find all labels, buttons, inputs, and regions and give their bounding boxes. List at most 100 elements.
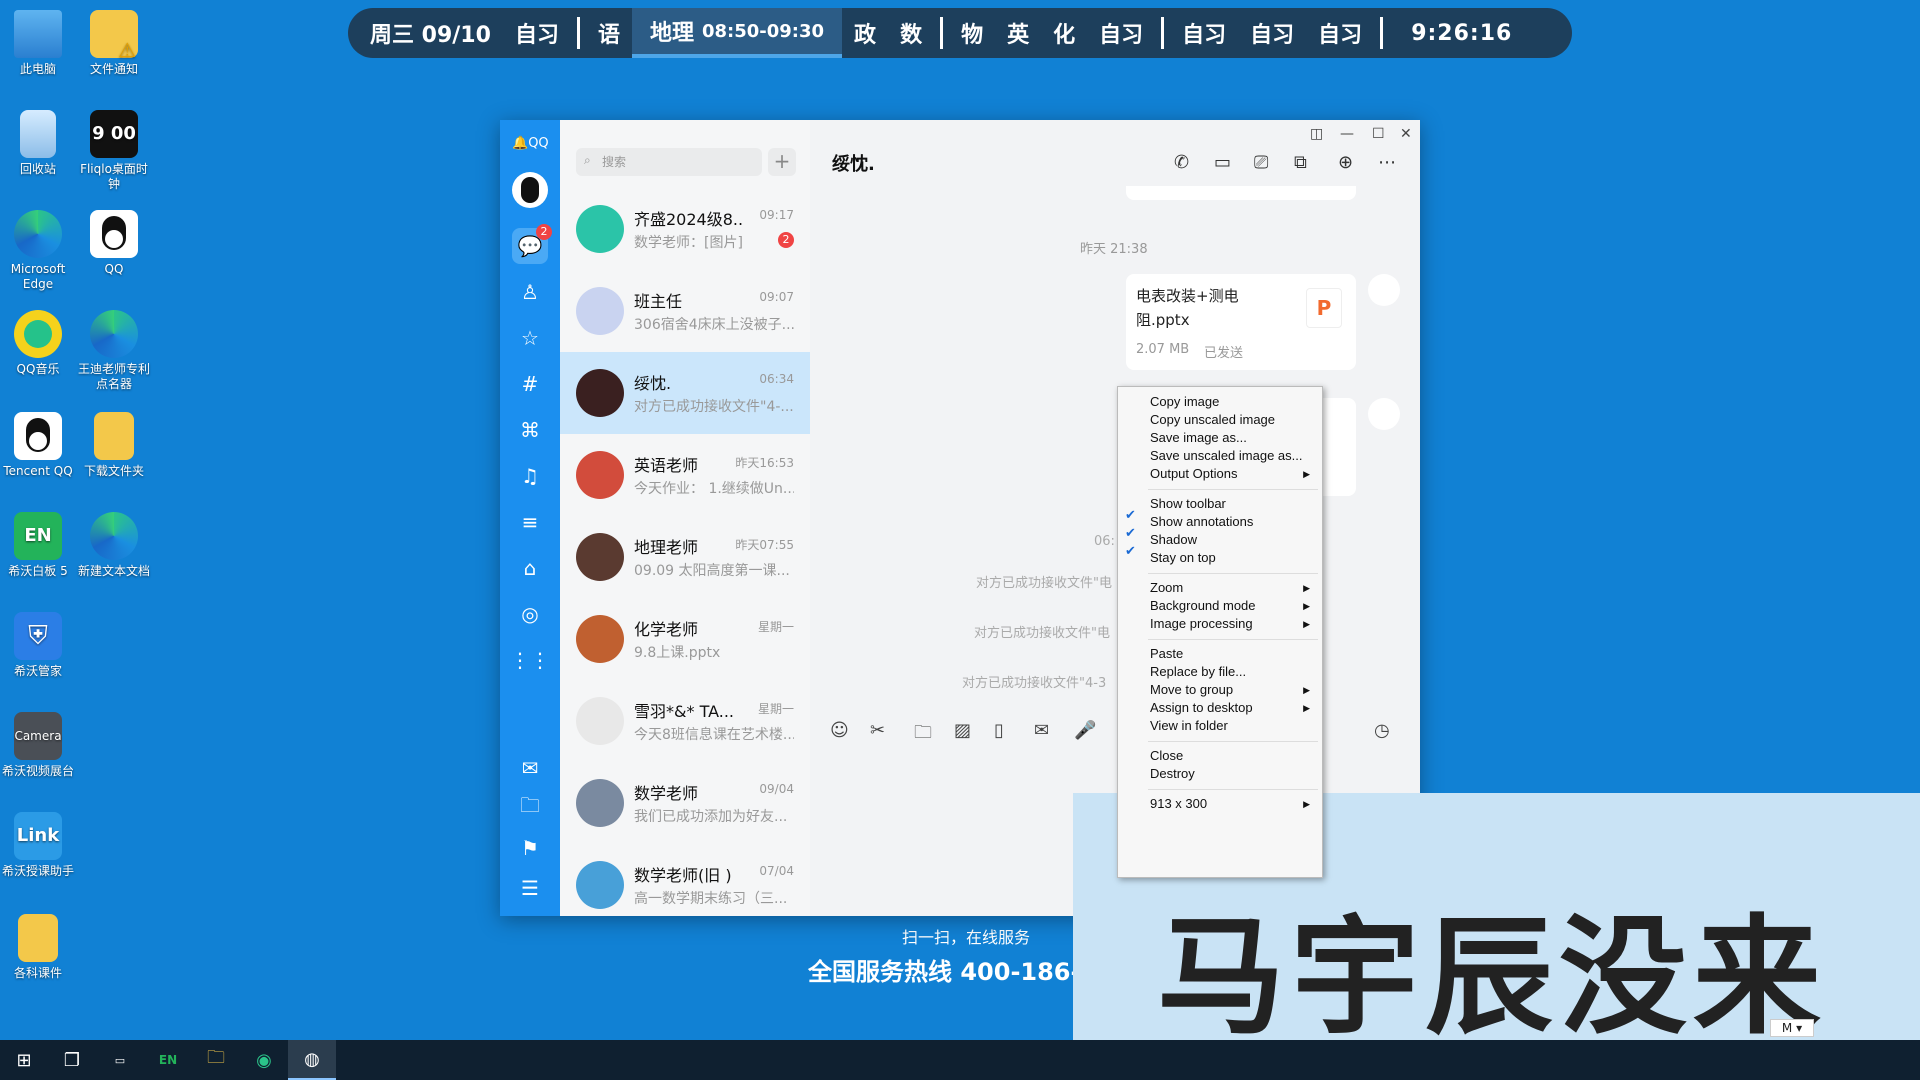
desktop-icon-recycle-bin[interactable]: 回收站 (0, 106, 76, 177)
nav-favorites[interactable]: ☆ (512, 320, 548, 356)
close-button[interactable]: ✕ (1400, 126, 1412, 142)
taskbar-explorer[interactable]: 🗀 (192, 1040, 240, 1080)
contact-name: 齐盛2024级8... (634, 210, 744, 229)
chat-list-item[interactable]: 地理老师 昨天07:55 09.09 太阳高度第一课... (560, 516, 810, 598)
sender-avatar[interactable] (1368, 274, 1400, 306)
schedule-period: 自习 (514, 23, 559, 48)
phone-call-icon[interactable]: ✆ (1174, 152, 1189, 173)
desktop-icon-seewo-link[interactable]: Link 希沃授课助手 (0, 808, 76, 879)
minimize-button[interactable]: — (1340, 126, 1354, 142)
nav-music[interactable]: ♫ (512, 458, 548, 494)
add-button[interactable]: + (768, 148, 796, 176)
history-icon[interactable]: ◷ (1374, 720, 1390, 741)
screen-share-icon[interactable]: ⎚ (1254, 152, 1268, 173)
unread-badge: 2 (536, 224, 552, 240)
menu-separator (1148, 489, 1318, 490)
nav-mail[interactable]: ✉ (512, 750, 548, 786)
chat-list-item[interactable]: 绥忱. 06:34 对方已成功接收文件"4-... (560, 352, 810, 434)
message-time: 星期一 (757, 620, 794, 634)
desktop-icon-qq-music[interactable]: QQ音乐 (0, 306, 76, 377)
menu-image-size[interactable]: 913 x 300 ▶ (1150, 793, 1310, 815)
schedule-divider (940, 17, 944, 49)
menu-stay-on-top[interactable]: Stay on top (1150, 547, 1310, 569)
nav-planet[interactable]: ◎ (512, 596, 548, 632)
chat-list-panel: 搜索 ⌕ + 齐盛2024级8... 09:17 数学老师：[图片] 2 班主任 09:0… (560, 120, 810, 916)
message-time: 07/04 (759, 864, 794, 878)
sender-avatar[interactable] (1368, 398, 1400, 430)
start-button[interactable]: ⊞ (0, 1040, 48, 1080)
task-view-icon: ❐ (63, 1049, 81, 1071)
qq-music-icon (14, 310, 62, 358)
preview-mode-indicator[interactable]: M ▾ (1770, 1019, 1814, 1037)
desktop-icon-fliqlo[interactable]: 9 00 Fliqlo桌面时钟 (76, 106, 152, 192)
nav-messages[interactable]: 💬 2 (512, 224, 552, 264)
task-view-button[interactable]: ❐ (48, 1040, 96, 1080)
message-time: 09:07 (759, 290, 794, 304)
system-message: 对方已成功接收文件"4-3 (962, 676, 1107, 691)
redpacket-icon[interactable]: ✉ (1034, 720, 1049, 741)
desktop-icon-tencent-qq[interactable]: Tencent QQ (0, 408, 76, 479)
desktop-icon-qq[interactable]: QQ (76, 206, 152, 277)
file-message[interactable]: 电表改装+测电阻.pptx 2.07 MB 已发送 P (1126, 274, 1356, 370)
menu-destroy[interactable]: Destroy (1150, 763, 1310, 785)
contact-name: 地理老师 (634, 538, 699, 557)
desktop-icon-file-notice[interactable]: ⚠ 文件通知 (76, 6, 152, 77)
search-icon: ⌕ (584, 153, 591, 167)
chat-list-item[interactable]: 齐盛2024级8... 09:17 数学老师：[图片] 2 (560, 188, 810, 270)
nav-games[interactable]: ⌘ (512, 412, 548, 448)
folder-icon: 🗀 (207, 1047, 225, 1068)
chat-list-item[interactable]: 数学老师 09/04 我们已成功添加为好友... (560, 762, 810, 844)
more-icon[interactable]: ⋯ (1378, 152, 1396, 173)
add-member-icon[interactable]: ⊕ (1338, 152, 1353, 173)
desktop-icon-new-text[interactable]: 新建文本文档 (76, 508, 152, 579)
taskbar: ⊞ ❐ ▭ EN 🗀 ◉ ◍ (0, 1040, 1920, 1080)
desktop-icon-edge[interactable]: Microsoft Edge (0, 206, 76, 292)
chat-list-item[interactable]: 班主任 09:07 306宿舍4床床上没被子... (560, 270, 810, 352)
nav-bookmarks[interactable]: ⚑ (512, 830, 548, 866)
nav-channels[interactable]: # (512, 366, 548, 402)
file-status: 已发送 (1204, 346, 1244, 361)
nav-contacts[interactable]: ♙ (512, 274, 548, 310)
taskbar-seewo[interactable]: EN (144, 1040, 192, 1080)
contact-avatar (576, 533, 624, 581)
pin-icon[interactable]: ◫ (1310, 126, 1323, 142)
shake-icon[interactable]: ▯ (994, 720, 1004, 741)
chat-list-item[interactable]: 雪羽*&* TA... 星期一 今天8班信息课在艺术楼... (560, 680, 810, 762)
chat-list-item[interactable]: 英语老师 昨天16:53 今天作业： 1.继续做Un... (560, 434, 810, 516)
menu-image-processing[interactable]: Image processing ▶ (1150, 613, 1310, 635)
remote-assist-icon[interactable]: ⧉ (1294, 152, 1307, 173)
chat-list-item[interactable]: 数学老师(旧 ) 07/04 高一数学期末练习（三... (560, 844, 810, 926)
desktop-icon-seewo-manager[interactable]: ⛨ 希沃管家 (0, 608, 76, 679)
nav-menu[interactable]: ☰ (512, 870, 548, 906)
maximize-button[interactable]: ☐ (1372, 126, 1385, 142)
nav-building[interactable]: ⌂ (512, 550, 548, 586)
image-icon[interactable]: ▨ (954, 720, 971, 741)
desktop-icon-coursewares[interactable]: 各科课件 (0, 910, 76, 981)
desktop-icon-rollcall[interactable]: 王迪老师专利点名器 (76, 306, 152, 392)
contact-avatar (576, 615, 624, 663)
desktop-icon-seewo-board[interactable]: EN 希沃白板 5 (0, 508, 76, 579)
search-input[interactable]: 搜索 (576, 148, 762, 176)
qq-icon (90, 210, 138, 258)
taskbar-edge[interactable]: ◉ (240, 1040, 288, 1080)
video-call-icon[interactable]: ▭ (1214, 152, 1231, 173)
user-avatar[interactable] (512, 172, 548, 208)
desktop-icon-downloads[interactable]: 下载文件夹 (76, 408, 152, 479)
nav-files[interactable]: 🗀 (512, 790, 548, 826)
contact-avatar (576, 697, 624, 745)
desktop-icon-seewo-camera[interactable]: Camera 希沃视频展台 (0, 708, 76, 779)
seewo-whiteboard-icon: EN (158, 1053, 178, 1067)
menu-output-options[interactable]: Output Options ▶ (1150, 463, 1310, 485)
desktop-icon-this-pc[interactable]: 此电脑 (0, 6, 76, 77)
microphone-icon[interactable]: 🎤 (1074, 720, 1096, 741)
folder-icon[interactable]: 🗀 (914, 720, 932, 750)
nav-docs[interactable]: ≡ (512, 504, 548, 540)
taskbar-camera[interactable]: ▭ (96, 1040, 144, 1080)
chat-list-item[interactable]: 化学老师 星期一 9.8上课.pptx (560, 598, 810, 680)
message-time: 昨天16:53 (735, 456, 794, 470)
taskbar-qq[interactable]: ◍ (288, 1040, 336, 1080)
nav-apps[interactable]: ⋮⋮ (510, 642, 550, 678)
emoji-icon[interactable]: ☺ (830, 720, 849, 741)
scissors-icon[interactable]: ✂ (870, 720, 885, 741)
menu-view-in-folder[interactable]: View in folder (1150, 715, 1310, 737)
